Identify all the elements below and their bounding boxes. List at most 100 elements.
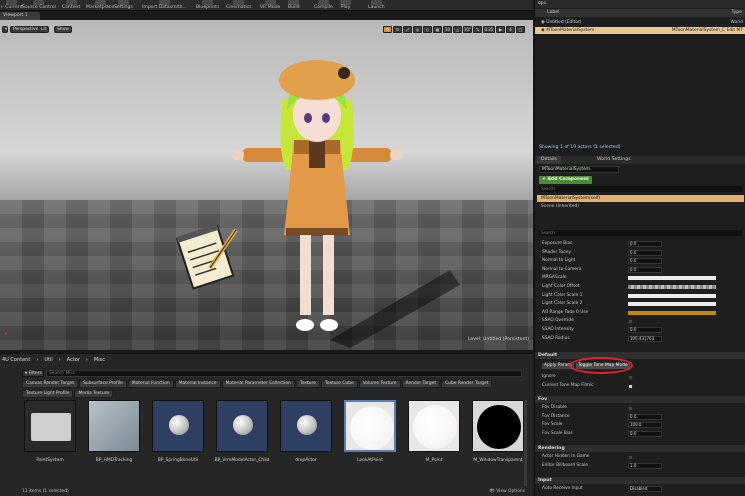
checkbox[interactable]	[628, 383, 633, 389]
toolbar-button[interactable]: Launch	[368, 0, 385, 10]
breadcrumb-item[interactable]: Util	[44, 357, 52, 363]
notepad-icon[interactable]	[176, 220, 242, 292]
property-value-field[interactable]: Disabled	[628, 486, 662, 492]
property-value-field[interactable]: 0.0	[628, 258, 662, 265]
world-local-icon[interactable]: ◎	[413, 26, 422, 33]
section-header[interactable]: Rendering	[535, 445, 745, 452]
scale-snap-icon[interactable]: ⤡	[473, 26, 482, 33]
tab-details[interactable]: Details	[537, 156, 561, 164]
actor-name-field[interactable]: MToonMaterialSystem	[539, 166, 619, 173]
toolbar-button[interactable]: VR Mode	[260, 0, 280, 10]
toolbar-button[interactable]: Play	[340, 0, 351, 10]
toolbar-button[interactable]: Compile	[314, 0, 333, 10]
property-value-field[interactable]: 0.0	[628, 241, 662, 247]
color-swatch[interactable]	[628, 293, 716, 298]
camera-speed-value[interactable]: 4	[506, 26, 515, 33]
filter-tag[interactable]: Render Target	[401, 380, 441, 388]
toolbar-button[interactable]: Settings	[114, 0, 133, 10]
grid-snap-icon[interactable]: ▦	[433, 26, 442, 33]
surface-snap-icon[interactable]: ◇	[423, 26, 432, 33]
toolbar-button[interactable]: Build	[288, 0, 300, 10]
property-value-field[interactable]: 0.0	[628, 327, 662, 333]
details-search-input[interactable]: Search	[539, 230, 742, 236]
asset-tile[interactable]: BP_SpringBoneUtil	[150, 400, 206, 472]
checkbox[interactable]	[628, 319, 633, 325]
property-value-field[interactable]: 1.0	[628, 462, 662, 469]
toolbar-button[interactable]: Cinematics	[226, 0, 252, 10]
filter-tag[interactable]: Texture Light Profile	[22, 390, 74, 398]
rotate-tool-icon[interactable]: ↻	[393, 26, 402, 33]
show-button[interactable]: Show	[54, 26, 72, 33]
level-viewport[interactable]: ▾ Perspective Lit Show ✥ ↻ ⤢ ◎ ◇ ▦ 10 △ …	[0, 20, 533, 350]
property-value-field[interactable]: 0.0	[628, 413, 662, 420]
toolbar-button[interactable]: Marketplace	[86, 0, 114, 10]
scale-tool-icon[interactable]: ⤢	[403, 26, 412, 33]
color-swatch[interactable]	[628, 310, 716, 315]
checkbox[interactable]	[628, 375, 633, 380]
asset-search-input[interactable]: Search Misc	[46, 370, 522, 377]
asset-tile[interactable]: M_Point	[406, 400, 462, 472]
toolbar-button[interactable]: Import Datasmith...	[142, 0, 187, 10]
filter-tag[interactable]: Cube Render Target	[441, 380, 493, 388]
filter-tag[interactable]: Subsurface Profile	[79, 380, 127, 388]
component-row[interactable]: MToonMaterialSystem(self)	[537, 195, 744, 202]
toolbar-button[interactable]: + Current	[0, 0, 23, 10]
filter-tag[interactable]: Texture Cube	[320, 380, 358, 388]
component-search-input[interactable]: Search	[539, 186, 742, 192]
outliner-row[interactable]: ◉ MToonMaterialSystem MToonMaterialSystem…	[535, 27, 745, 34]
view-options-button[interactable]: 👁 View Options	[489, 489, 525, 494]
type-column-header[interactable]: Type	[731, 9, 742, 17]
rotation-snap-value[interactable]: 10°	[463, 26, 472, 33]
checkbox[interactable]	[628, 455, 633, 460]
property-value-field[interactable]: 0.0	[628, 249, 662, 256]
filter-tag[interactable]: Media Texture	[74, 390, 114, 398]
filter-tag[interactable]: Canvas Render Target	[22, 380, 79, 388]
section-header[interactable]: Fov	[535, 396, 745, 403]
scale-snap-value[interactable]: 0.25	[483, 26, 495, 33]
property-value-field[interactable]: 0.0	[628, 430, 662, 437]
asset-tile[interactable]: LookAtPoint	[342, 400, 398, 472]
toolbar-button[interactable]: Blueprints	[196, 0, 219, 10]
asset-scrollbar[interactable]	[524, 400, 527, 486]
breadcrumb-item[interactable]: Misc	[94, 357, 105, 363]
filters-button[interactable]: ▾ Filters	[22, 370, 44, 377]
filter-tag[interactable]: Material Instance	[174, 380, 221, 388]
tab-world-settings[interactable]: World Settings	[593, 156, 634, 164]
asset-tile[interactable]: BP_VrmModelActor_Child	[214, 400, 270, 472]
breadcrumb-item[interactable]: 4U Content	[2, 357, 30, 363]
property-value-field[interactable]: 0.0	[628, 266, 662, 273]
viewport-options-button[interactable]: ▾	[2, 26, 8, 33]
anime-character[interactable]	[232, 40, 402, 335]
asset-tile[interactable]: M_WindowTransparent	[470, 400, 526, 472]
filter-tag[interactable]: Texture	[295, 380, 320, 388]
filter-tag[interactable]: Material Parameter Collection	[221, 380, 295, 388]
perspective-button[interactable]: Perspective	[10, 26, 42, 33]
component-row[interactable]: Scene (Inherited)	[537, 203, 744, 210]
select-tool-icon[interactable]: ✥	[383, 26, 392, 33]
grid-snap-value[interactable]: 10	[443, 26, 452, 33]
toolbar-button[interactable]: Source Control	[22, 0, 56, 10]
rotation-snap-icon[interactable]: △	[453, 26, 462, 33]
label-column-header[interactable]: Label	[547, 9, 559, 17]
asset-tile[interactable]: BP_HMDTracking	[86, 400, 142, 472]
color-swatch[interactable]	[628, 302, 716, 307]
section-header[interactable]: Default	[535, 352, 745, 359]
property-value-field[interactable]: 305.431763	[628, 335, 662, 342]
property-value-field[interactable]: 100.0	[628, 422, 662, 429]
outliner-row[interactable]: ◉ Untitled (Editor) World	[535, 19, 745, 26]
color-swatch[interactable]	[628, 276, 716, 281]
filter-tag[interactable]: Volume Texture	[358, 380, 401, 388]
asset-tile[interactable]: dropActor	[278, 400, 334, 472]
breadcrumb-item[interactable]: Actor	[67, 357, 80, 363]
color-swatch[interactable]	[628, 285, 716, 289]
maximize-icon[interactable]: □	[516, 26, 525, 33]
filter-tag[interactable]: Material Function	[127, 380, 174, 388]
view-mode-button[interactable]: Lit	[38, 26, 50, 33]
viewport-tab[interactable]: Viewport 1	[0, 12, 40, 20]
camera-speed-icon[interactable]: ▶	[496, 26, 505, 33]
add-component-button[interactable]: + Add Component	[539, 176, 592, 184]
section-header[interactable]: Input	[535, 477, 745, 484]
checkbox[interactable]	[628, 406, 633, 411]
toolbar-button[interactable]: Content	[62, 0, 80, 10]
asset-tile[interactable]: PaintSystem	[22, 400, 78, 472]
